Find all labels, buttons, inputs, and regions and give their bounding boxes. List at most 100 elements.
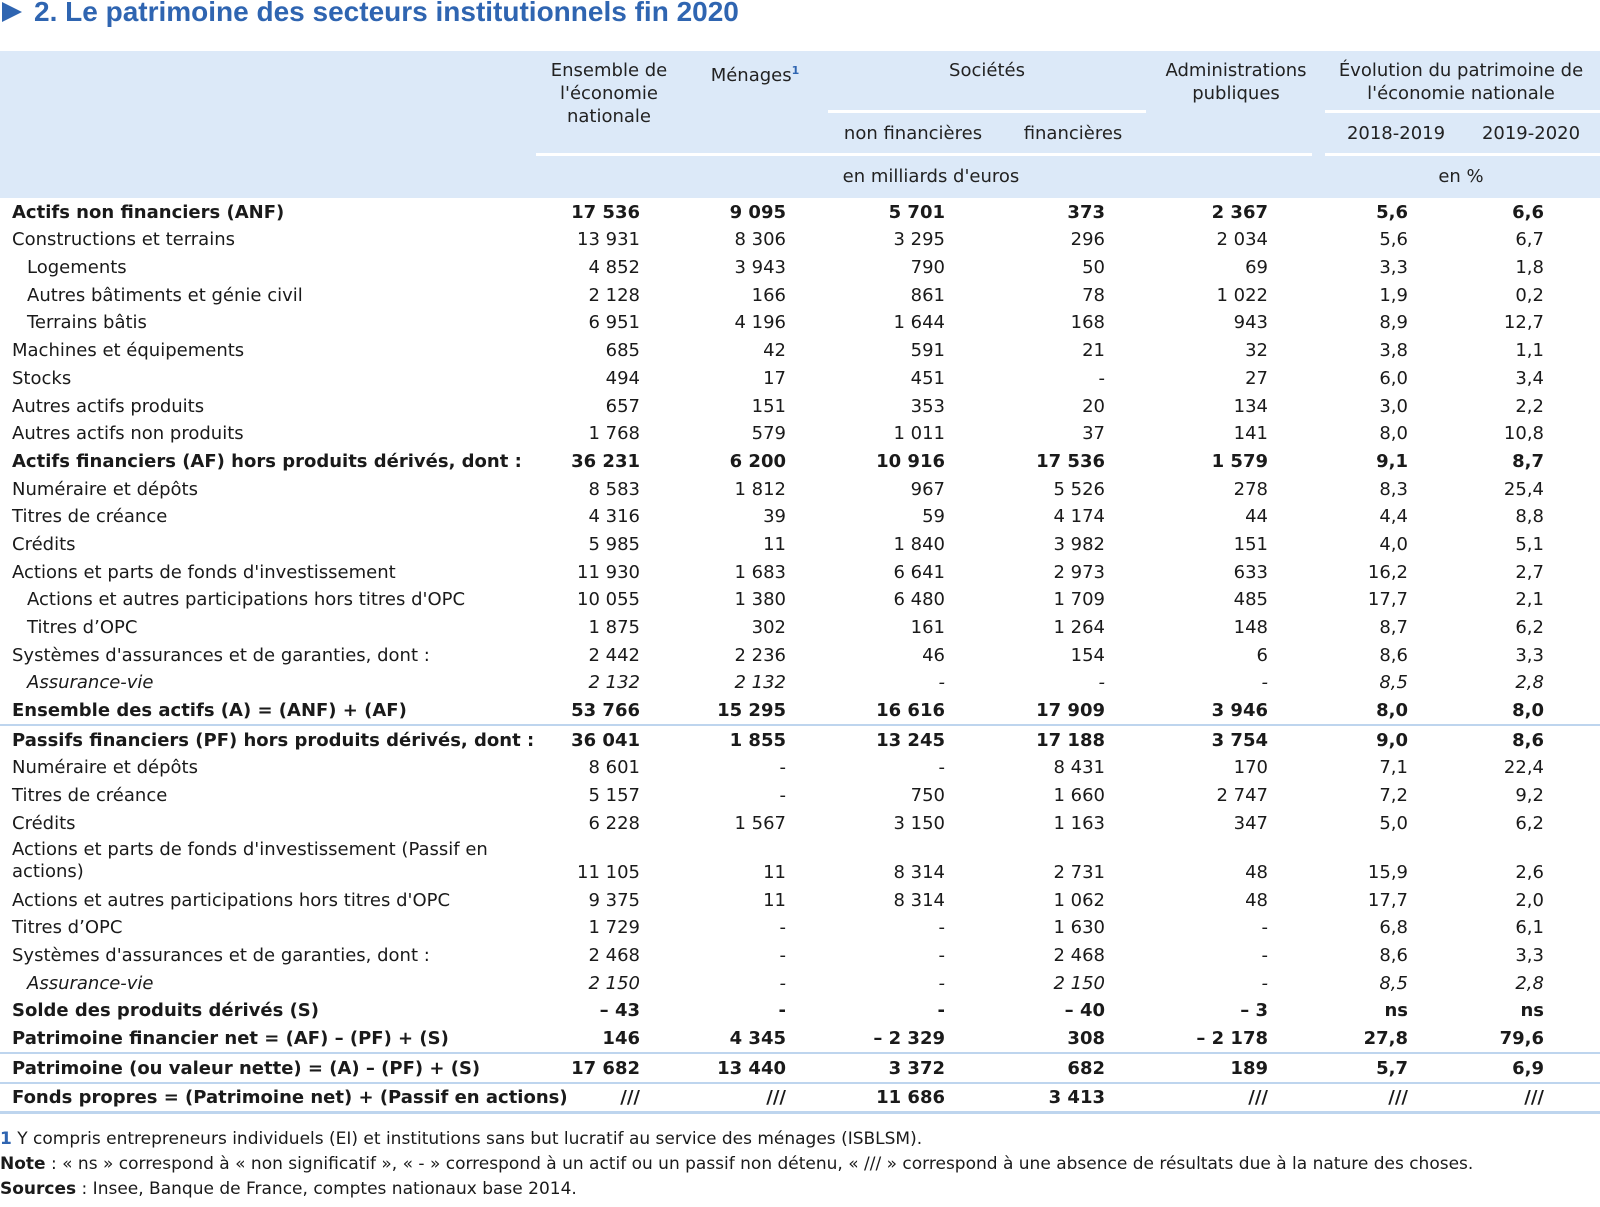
cell-ensemble: 8 601 [588,757,640,779]
cell-evolution-2018-2019: 5,6 [1379,229,1408,251]
header-unit-euros: en milliards d'euros [842,166,1020,187]
cell-evolution-2019-2020: 2,7 [1515,561,1544,583]
cell-menages: 1 683 [734,561,786,583]
cell-societes-non-financieres: 861 [910,284,945,306]
table-row: Machines et équipements 685 42 591 21 32 3,8 1,… [0,336,1600,364]
cell-ensemble: 36 231 [571,450,640,472]
cell-ensemble: 11 930 [577,561,640,583]
cell-evolution-2018-2019: 8,3 [1379,478,1408,500]
cell-menages: /// [640,1081,786,1115]
row-padding [1544,558,1600,586]
row-padding [1544,226,1600,254]
row-padding [1544,1081,1600,1115]
row-padding [1544,503,1600,531]
header-menages: Ménages1 [710,64,800,86]
cell-evolution-2019-2020: 8,0 [1512,700,1544,722]
cell-societes-financieres: 1 630 [1053,917,1105,939]
row-padding [1544,641,1600,669]
cell-societes-financieres: 154 [1070,644,1105,666]
cell-societes-financieres: 1 062 [1053,889,1105,911]
cell-ensemble: 494 [605,367,640,389]
row-label: Machines et équipements [12,340,245,362]
cell-societes-non-financieres: 161 [910,617,945,638]
cell-menages: 13 440 [640,1051,786,1083]
row-padding [1544,613,1600,641]
cell-menages: 151 [751,395,786,417]
cell-evolution-2019-2020: 3,3 [1515,944,1544,966]
row-padding [1544,809,1600,837]
table-row: Systèmes d'assurances et de garanties, d… [0,941,1600,969]
cell-societes-financieres: 2 468 [1053,944,1105,966]
row-padding [1544,1024,1600,1053]
table-body: Actifs non financiers (ANF) 17 536 9 095 5 … [0,198,1600,1115]
table-row: Patrimoine (ou valeur nette) = (A) – (PF… [0,1051,1600,1083]
cell-societes-non-financieres: 11 686 [786,1081,945,1115]
cell-ensemble: 10 055 [577,589,640,611]
row-padding [1544,1051,1600,1083]
cell-evolution-2018-2019: 8,6 [1379,944,1408,966]
cell-ensemble: 17 682 [540,1051,640,1083]
cell-administrations: 48 [1245,861,1268,883]
cell-administrations: 44 [1245,506,1268,528]
cell-ensemble: 6 951 [588,312,640,334]
row-padding [1544,696,1600,725]
cell-administrations: – 2 178 [1196,1027,1268,1049]
page-title: 2. Le patrimoine des secteurs institutio… [2,0,739,30]
cell-evolution-2018-2019: 1,9 [1379,284,1408,306]
cell-evolution-2019-2020: 25,4 [1503,478,1544,500]
cell-societes-financieres: 1 660 [1053,785,1105,807]
row-label: Titres de créance [12,506,168,528]
footnotes: 1 Y compris entrepreneurs individuels (E… [0,1127,1600,1202]
cell-evolution-2018-2019: 7,2 [1379,785,1408,807]
cell-societes-non-financieres: 1 011 [893,423,945,445]
table-row: Solde des produits dérivés (S) – 43 - - – 40… [0,997,1600,1025]
row-label: Fonds propres = (Patrimoine net) + (Pass… [0,1081,568,1115]
cell-societes-non-financieres: 353 [910,395,945,417]
cell-societes-non-financieres: 3 295 [893,229,945,251]
cell-administrations: 69 [1245,257,1268,279]
row-label: Ensemble des actifs (A) = (ANF) + (AF) [12,700,407,722]
row-label: Patrimoine financier net = (AF) – (PF) +… [12,1027,449,1049]
cell-menages: 39 [763,506,786,528]
footnote-sources: Sources : Insee, Banque de France, compt… [0,1179,577,1199]
cell-menages: 15 295 [717,700,786,722]
cell-societes-financieres: 50 [1082,257,1105,279]
row-label: Actifs non financiers (ANF) [12,201,285,223]
cell-societes-financieres: 17 188 [945,724,1105,754]
cell-ensemble: 11 105 [577,861,640,883]
row-label: Actifs financiers (AF) hors produits dér… [12,450,522,472]
row-label: Autres actifs non produits [12,423,244,445]
table-row: Ensemble des actifs (A) = (ANF) + (AF) 53… [0,696,1600,725]
row-padding [1544,969,1600,997]
row-padding [1544,724,1600,754]
cell-menages: 8 306 [734,229,786,251]
table-row: Actifs financiers (AF) hors produits dér… [0,447,1600,475]
cell-societes-financieres: 296 [1070,229,1105,251]
cell-societes-non-financieres: - [938,672,946,694]
cell-administrations: - [1261,672,1269,694]
cell-evolution-2019-2020: 9,2 [1515,785,1544,807]
cell-evolution-2019-2020: 2,8 [1515,972,1544,994]
cell-ensemble: 1 729 [588,917,640,939]
cell-societes-financieres: 1 709 [1053,589,1105,611]
cell-societes-non-financieres: 8 314 [893,889,945,911]
row-padding [1544,447,1600,475]
cell-menages: 1 380 [734,589,786,611]
cell-societes-non-financieres: 3 150 [893,812,945,834]
row-label: Titres d’OPC [12,917,123,939]
cell-evolution-2018-2019: 3,3 [1379,257,1408,279]
cell-evolution-2019-2020: 1,1 [1515,340,1544,362]
cell-evolution-2018-2019: 8,5 [1379,972,1408,994]
cell-menages: 302 [751,617,786,638]
row-label: Autres bâtiments et génie civil [27,284,303,306]
row-label: Actions et autres participations hors ti… [12,889,451,911]
row-label: Terrains bâtis [27,312,147,334]
row-label: Assurance-vie [27,672,154,694]
row-padding [1544,281,1600,309]
footnote-note: Note : « ns » correspond à « non signifi… [0,1154,1474,1174]
cell-administrations: - [1261,917,1269,939]
header-non-financieres: non financières [843,123,983,144]
cell-evolution-2019-2020: 3,4 [1515,367,1544,389]
cell-evolution-2018-2019: 27,8 [1363,1027,1408,1049]
table-row: Crédits 6 228 1 567 3 150 1 163 347 5,0 6,2 [0,809,1600,837]
